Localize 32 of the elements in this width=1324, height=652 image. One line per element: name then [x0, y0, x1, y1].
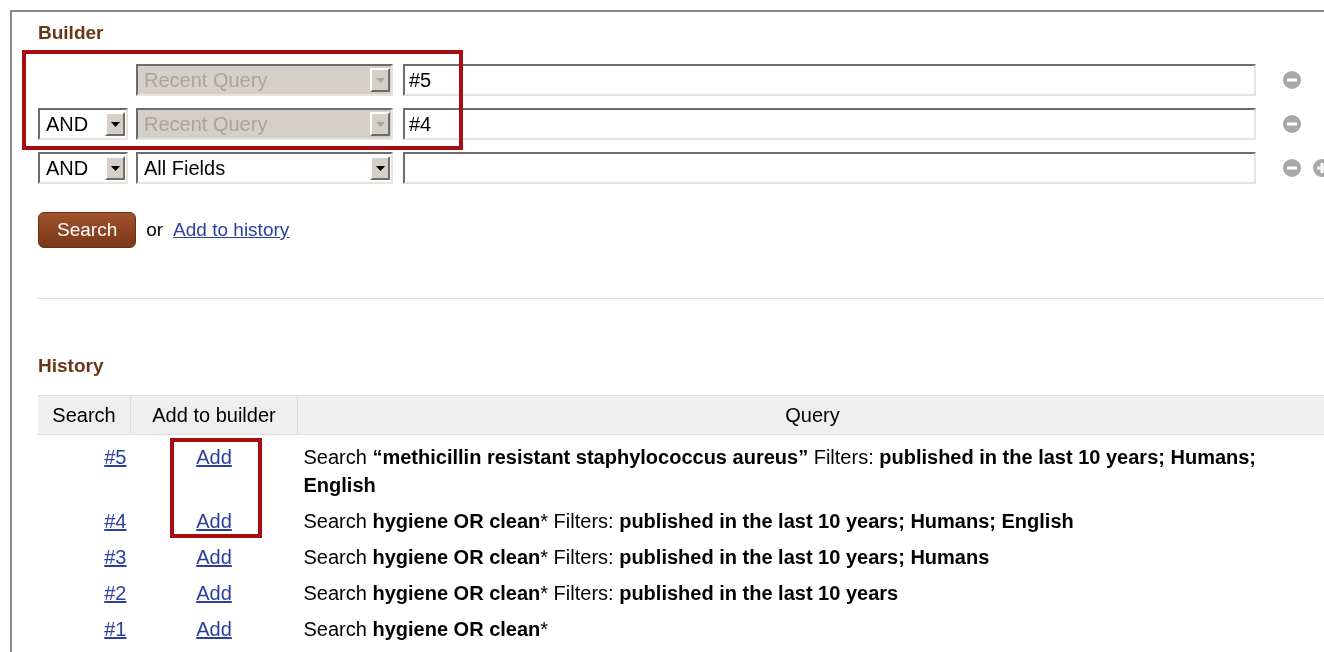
query-text: Search hygiene OR clean* Filters: published in the last 10 years — [303, 582, 899, 604]
add-link[interactable]: Add — [196, 510, 232, 532]
term-input[interactable] — [403, 152, 1256, 184]
search-button[interactable]: Search — [38, 212, 137, 248]
remove-icon[interactable] — [1282, 70, 1302, 90]
operator-dropdown[interactable]: AND — [38, 152, 128, 184]
column-header: Search — [38, 395, 131, 435]
search-number-link[interactable]: #2 — [104, 582, 127, 604]
add-link[interactable]: Add — [196, 446, 232, 468]
query-text: Search hygiene OR clean* Filters: published in the last 10 years; Humans; English — [303, 510, 1074, 532]
field-dropdown[interactable]: All Fields — [136, 152, 393, 184]
remove-icon[interactable] — [1282, 158, 1302, 178]
search-number-link[interactable]: #3 — [104, 546, 127, 568]
or-label: or — [146, 219, 164, 241]
add-to-history-link[interactable]: Add to history — [173, 219, 290, 241]
term-input[interactable]: #4 — [403, 108, 1256, 140]
query-text: Search hygiene OR clean* — [303, 618, 549, 640]
search-number-link[interactable]: #5 — [104, 446, 127, 468]
column-header: Query — [297, 395, 1324, 435]
column-header: Add to builder — [130, 395, 298, 435]
section-title: Builder — [38, 22, 105, 45]
search-number-link[interactable]: #1 — [104, 618, 127, 640]
remove-icon[interactable] — [1282, 114, 1302, 134]
query-text: Search “methicillin resistant staphylococcus aureus” Filters: published in the last 10 years; Humans; English — [303, 446, 1257, 496]
operator-dropdown[interactable]: AND — [38, 108, 128, 140]
query-text: Search hygiene OR clean* Filters: published in the last 10 years; Humans — [303, 546, 990, 568]
term-input[interactable]: #5 — [403, 64, 1256, 96]
add-link[interactable]: Add — [196, 618, 232, 640]
add-link[interactable]: Add — [196, 582, 232, 604]
search-number-link[interactable]: #4 — [104, 510, 127, 532]
section-title: History — [38, 355, 105, 378]
add-link[interactable]: Add — [196, 546, 232, 568]
